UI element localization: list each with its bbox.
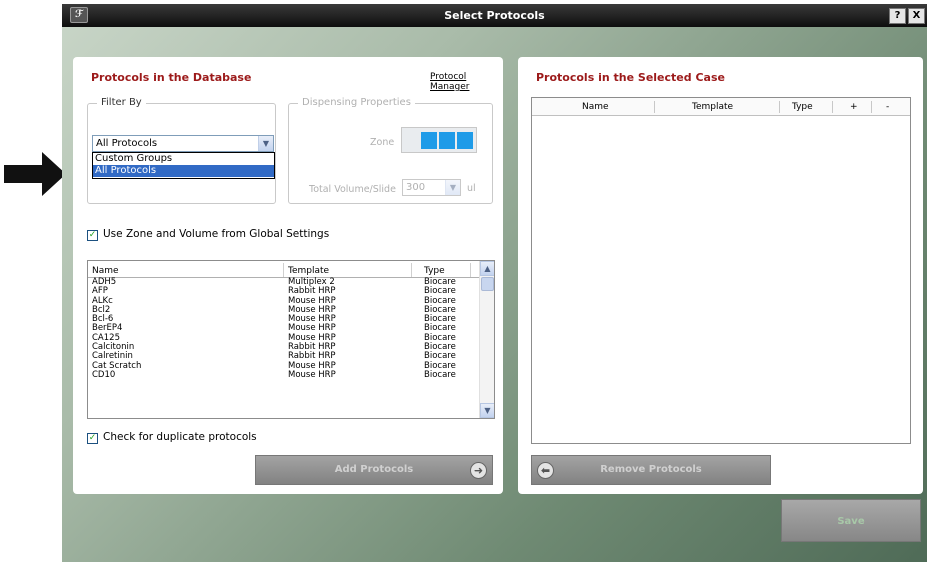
volume-value: 300 xyxy=(406,182,426,193)
cell-type: Biocare xyxy=(424,369,456,380)
dispensing-properties-label: Dispensing Properties xyxy=(298,97,415,108)
remove-protocols-button[interactable]: ⬅ Remove Protocols xyxy=(531,455,771,485)
column-header-type[interactable]: Type xyxy=(424,266,445,276)
use-global-settings-label: Use Zone and Volume from Global Settings xyxy=(103,228,330,240)
zone-2[interactable] xyxy=(439,132,455,149)
column-header-name[interactable]: Name xyxy=(92,266,119,276)
database-protocols-table: Name Template Type ADH5 Multiplex 2 Biocar… xyxy=(87,260,495,419)
database-panel-title: Protocols in the Database xyxy=(91,71,252,84)
title-bar: ℱ Select Protocols ? X xyxy=(62,4,927,27)
arrow-right-icon: ➜ xyxy=(470,462,487,479)
column-separator xyxy=(779,101,780,113)
use-global-settings-checkbox[interactable]: ✓ xyxy=(87,230,98,241)
column-header-add[interactable]: + xyxy=(850,102,858,112)
arrow-left-icon: ⬅ xyxy=(537,462,554,479)
column-header-name[interactable]: Name xyxy=(582,102,609,112)
filter-by-selected-value: All Protocols xyxy=(96,138,158,149)
dropdown-option-all-protocols[interactable]: All Protocols xyxy=(93,165,274,177)
zone-selector[interactable] xyxy=(401,127,477,153)
column-header-remove[interactable]: - xyxy=(886,102,889,112)
volume-unit: ul xyxy=(467,183,476,194)
total-volume-label: Total Volume/Slide xyxy=(309,184,396,195)
select-protocols-window: ℱ Select Protocols ? X Protocols in the … xyxy=(62,4,927,562)
check-duplicates-checkbox[interactable]: ✓ xyxy=(87,433,98,444)
filter-by-dropdown-list: Custom Groups All Protocols xyxy=(92,152,275,179)
zone-label: Zone xyxy=(370,137,395,148)
save-button[interactable]: Save xyxy=(781,499,921,542)
window-title: Select Protocols xyxy=(444,9,545,22)
column-header-template[interactable]: Template xyxy=(692,102,733,112)
table-row[interactable]: CD10 Mouse HRP Biocare xyxy=(92,369,480,380)
volume-select[interactable]: 300 ▼ xyxy=(402,179,461,196)
column-separator xyxy=(832,101,833,113)
table-row[interactable]: Cat Scratch Mouse HRP Biocare xyxy=(92,361,480,371)
column-separator xyxy=(283,263,284,277)
table-row[interactable]: Calretinin Rabbit HRP Biocare xyxy=(92,352,480,362)
table-row[interactable]: ALKc Mouse HRP Biocare xyxy=(92,296,480,306)
column-separator xyxy=(470,263,471,277)
column-header-type[interactable]: Type xyxy=(792,102,813,112)
selected-case-table: Name Template Type + - xyxy=(531,97,911,444)
chevron-down-icon[interactable]: ▼ xyxy=(445,180,460,195)
table-scrollbar[interactable]: ▲ ▼ xyxy=(479,261,494,418)
check-duplicates-label: Check for duplicate protocols xyxy=(103,431,257,443)
add-protocols-button[interactable]: Add Protocols ➜ xyxy=(255,455,493,485)
table-body: ADH5 Multiplex 2 Biocare AFP Rabbit HRP Bioca… xyxy=(92,277,480,380)
column-header-template[interactable]: Template xyxy=(288,266,329,276)
filter-by-select[interactable]: All Protocols ▼ xyxy=(92,135,274,152)
pointer-arrow-icon xyxy=(4,152,66,196)
zone-3[interactable] xyxy=(457,132,473,149)
protocol-manager-link[interactable]: Protocol Manager xyxy=(430,72,503,92)
table-row[interactable]: Calcitonin Rabbit HRP Biocare xyxy=(92,342,480,352)
table-row[interactable]: AFP Rabbit HRP Biocare xyxy=(92,286,480,296)
table-row[interactable]: Bcl2 Mouse HRP Biocare xyxy=(92,305,480,315)
selected-case-panel-title: Protocols in the Selected Case xyxy=(536,71,725,84)
table-row[interactable]: BerEP4 Mouse HRP Biocare xyxy=(92,324,480,334)
close-button[interactable]: X xyxy=(908,8,925,24)
column-separator xyxy=(871,101,872,113)
remove-protocols-label: Remove Protocols xyxy=(600,464,702,475)
chevron-down-icon[interactable]: ▼ xyxy=(258,136,273,151)
scroll-up-icon[interactable]: ▲ xyxy=(480,261,494,276)
cell-template: Mouse HRP xyxy=(288,369,336,380)
column-separator xyxy=(654,101,655,113)
column-separator xyxy=(411,263,412,277)
table-row[interactable]: Bcl-6 Mouse HRP Biocare xyxy=(92,314,480,324)
filter-by-label: Filter By xyxy=(97,97,146,108)
add-protocols-label: Add Protocols xyxy=(334,464,414,475)
help-button[interactable]: ? xyxy=(889,8,906,24)
scroll-down-icon[interactable]: ▼ xyxy=(480,403,494,418)
table-row[interactable]: ADH5 Multiplex 2 Biocare xyxy=(92,277,480,287)
selected-case-panel: Protocols in the Selected Case Name Temp… xyxy=(518,57,923,494)
zone-1[interactable] xyxy=(421,132,437,149)
cell-name: CD10 xyxy=(92,369,116,380)
table-row[interactable]: CA125 Mouse HRP Biocare xyxy=(92,333,480,343)
selected-case-table-header: Name Template Type + - xyxy=(532,98,910,116)
database-protocols-panel: Protocols in the Database Protocol Manag… xyxy=(73,57,503,494)
dropdown-option-custom-groups[interactable]: Custom Groups xyxy=(93,153,274,165)
scrollbar-thumb[interactable] xyxy=(481,277,494,291)
